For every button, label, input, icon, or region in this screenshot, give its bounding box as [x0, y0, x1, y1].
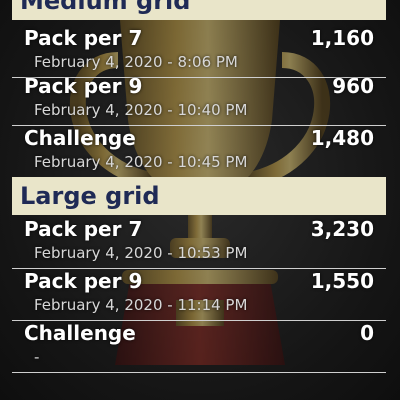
score-row-value: 1,550 [310, 269, 374, 293]
score-row-title: Pack per 9 [24, 74, 143, 98]
score-row[interactable]: Challenge 0 - [12, 315, 386, 373]
score-row-value: 0 [360, 321, 374, 345]
high-scores-screen: Medium grid Pack per 7 1,160 February 4,… [0, 0, 400, 400]
score-row-value: 960 [332, 74, 374, 98]
score-row-value: 1,480 [310, 126, 374, 150]
score-row-date: February 4, 2020 - 11:14 PM [34, 296, 248, 314]
score-row[interactable]: Pack per 9 960 February 4, 2020 - 10:40 … [12, 68, 386, 126]
score-row-date: February 4, 2020 - 10:40 PM [34, 101, 248, 119]
score-row-title: Pack per 9 [24, 269, 143, 293]
score-row[interactable]: Challenge 1,480 February 4, 2020 - 10:45… [12, 120, 386, 178]
score-row[interactable]: Pack per 7 3,230 February 4, 2020 - 10:5… [12, 211, 386, 269]
score-row-value: 1,160 [310, 26, 374, 50]
score-row-date: February 4, 2020 - 10:53 PM [34, 244, 248, 262]
score-row-title: Challenge [24, 126, 136, 150]
score-row-date: February 4, 2020 - 10:45 PM [34, 153, 248, 171]
score-row-title: Challenge [24, 321, 136, 345]
section-header-large-grid: Large grid [12, 177, 386, 215]
section-header-medium-grid: Medium grid [12, 0, 386, 20]
scores-list: Medium grid Pack per 7 1,160 February 4,… [0, 0, 400, 400]
score-row-title: Pack per 7 [24, 217, 143, 241]
score-row-title: Pack per 7 [24, 26, 143, 50]
score-row[interactable]: Pack per 9 1,550 February 4, 2020 - 11:1… [12, 263, 386, 321]
score-row-date: - [34, 348, 40, 366]
score-row-value: 3,230 [310, 217, 374, 241]
